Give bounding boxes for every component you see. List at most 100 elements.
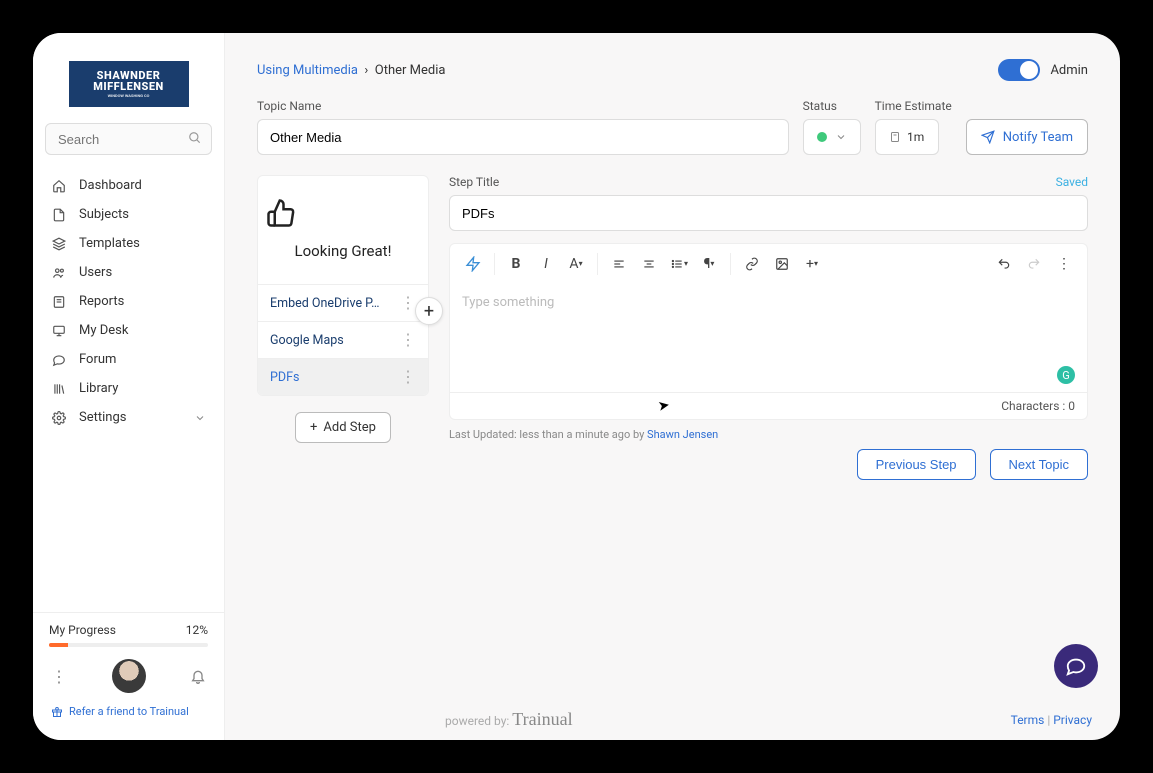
saved-indicator: Saved	[1056, 175, 1088, 189]
layers-icon	[51, 237, 67, 251]
time-estimate-box[interactable]: 1m	[875, 119, 939, 155]
editor-column: Step Title Saved B I A▾ ▾ ¶▾	[449, 175, 1088, 480]
chat-fab[interactable]	[1054, 644, 1098, 688]
nav-label: Users	[79, 265, 112, 280]
step-item-pdfs[interactable]: PDFs ⋮	[258, 358, 428, 395]
nav-label: My Desk	[79, 323, 128, 338]
admin-toggle: Admin	[998, 59, 1088, 81]
nav-subjects[interactable]: Subjects	[33, 200, 224, 229]
bold-icon[interactable]: B	[503, 251, 529, 277]
nav-templates[interactable]: Templates	[33, 229, 224, 258]
topic-name-label: Topic Name	[257, 99, 789, 113]
more-vertical-icon[interactable]: ⋮	[400, 295, 416, 311]
font-icon[interactable]: A▾	[563, 251, 589, 277]
step-label: Embed OneDrive P…	[270, 296, 379, 311]
chat-icon	[51, 353, 67, 367]
progress-label: My Progress	[49, 623, 116, 637]
avatar[interactable]	[112, 659, 146, 693]
powered-by-label: powered by:	[445, 714, 509, 728]
nav-buttons: Previous Step Next Topic	[449, 449, 1088, 480]
chevron-right-icon: ›	[361, 63, 375, 78]
library-icon	[51, 382, 67, 396]
insert-icon[interactable]: +▾	[799, 251, 825, 277]
editor-toolbar: B I A▾ ▾ ¶▾ +▾ ⋮	[449, 243, 1088, 283]
add-step-label: Add Step	[323, 420, 376, 435]
nav-dashboard[interactable]: Dashboard	[33, 171, 224, 200]
nav-reports[interactable]: Reports	[33, 287, 224, 316]
topic-name-input[interactable]	[257, 119, 789, 155]
bell-icon[interactable]	[190, 668, 206, 684]
nav-label: Forum	[79, 352, 116, 367]
more-vertical-icon[interactable]: ⋮	[400, 332, 416, 348]
next-topic-button[interactable]: Next Topic	[990, 449, 1088, 480]
nav-mydesk[interactable]: My Desk	[33, 316, 224, 345]
more-vertical-icon[interactable]: ⋮	[400, 369, 416, 385]
nav-library[interactable]: Library	[33, 374, 224, 403]
link-icon[interactable]	[739, 251, 765, 277]
top-row: Using Multimedia › Other Media Admin	[257, 59, 1088, 81]
paragraph-icon[interactable]: ¶▾	[696, 251, 722, 277]
privacy-link[interactable]: Privacy	[1053, 713, 1092, 727]
thumbs-up-icon	[266, 198, 420, 228]
status-label: Status	[803, 99, 861, 113]
grammarly-icon[interactable]: G	[1057, 366, 1075, 384]
terms-link[interactable]: Terms	[1011, 713, 1045, 727]
more-vertical-icon[interactable]: ⋮	[1051, 251, 1077, 277]
search-input[interactable]	[45, 123, 212, 155]
add-fab[interactable]: +	[415, 297, 443, 325]
footer-links: Terms | Privacy	[1011, 713, 1092, 727]
profile-row: ⋮	[33, 647, 224, 701]
search-box	[45, 123, 212, 155]
mouse-cursor-icon: ➤	[657, 397, 671, 415]
step-item-google-maps[interactable]: Google Maps ⋮	[258, 321, 428, 358]
last-updated-user[interactable]: Shawn Jensen	[647, 428, 718, 441]
search-icon	[188, 131, 202, 145]
nav-label: Subjects	[79, 207, 129, 222]
admin-label: Admin	[1050, 63, 1088, 78]
step-label: Google Maps	[270, 333, 344, 348]
clipboard-icon	[889, 131, 901, 143]
main: Using Multimedia › Other Media Admin Top…	[225, 33, 1120, 740]
more-vertical-icon[interactable]: ⋮	[51, 667, 67, 686]
time-estimate-value: 1m	[907, 130, 924, 144]
add-step-button[interactable]: + Add Step	[295, 412, 391, 443]
progress-block: My Progress 12%	[33, 612, 224, 647]
nav: Dashboard Subjects Templates Users Repor…	[33, 167, 224, 436]
notify-team-button[interactable]: Notify Team	[966, 119, 1088, 155]
nav-users[interactable]: Users	[33, 258, 224, 287]
document-icon	[51, 208, 67, 222]
meta-row: Topic Name Status Time Estimate 1m	[257, 99, 1088, 155]
align-center-icon[interactable]	[636, 251, 662, 277]
previous-step-button[interactable]: Previous Step	[857, 449, 976, 480]
char-count: Characters : 0	[1001, 399, 1075, 413]
home-icon	[51, 179, 67, 193]
gift-icon	[51, 706, 63, 718]
redo-icon[interactable]	[1021, 251, 1047, 277]
smart-icon[interactable]	[460, 251, 486, 277]
step-title-input[interactable]	[449, 195, 1088, 231]
send-icon	[981, 130, 995, 144]
undo-icon[interactable]	[991, 251, 1017, 277]
list-icon[interactable]: ▾	[666, 251, 692, 277]
nav-forum[interactable]: Forum	[33, 345, 224, 374]
last-updated-text: Last Updated: less than a minute ago by	[449, 428, 647, 441]
brand-name: Trainual	[512, 709, 572, 729]
italic-icon[interactable]: I	[533, 251, 559, 277]
image-icon[interactable]	[769, 251, 795, 277]
breadcrumb-current: Other Media	[375, 63, 446, 78]
logo-line2: MIFFLENSEN	[93, 81, 164, 93]
status-dot-icon	[817, 132, 827, 142]
nav-settings[interactable]: Settings	[33, 403, 224, 432]
users-icon	[51, 266, 67, 280]
nav-label: Reports	[79, 294, 124, 309]
status-select[interactable]	[803, 119, 861, 155]
breadcrumb-parent[interactable]: Using Multimedia	[257, 63, 358, 78]
footer: powered by: Trainual Terms | Privacy	[445, 709, 1092, 730]
editor-body[interactable]: Type something G	[449, 283, 1088, 393]
pitch-block: Looking Great!	[258, 176, 428, 284]
admin-toggle-switch[interactable]	[998, 59, 1040, 81]
align-left-icon[interactable]	[606, 251, 632, 277]
step-item-onedrive[interactable]: Embed OneDrive P… ⋮	[258, 284, 428, 321]
refer-link[interactable]: Refer a friend to Trainual	[33, 701, 224, 728]
progress-value: 12%	[186, 623, 208, 637]
